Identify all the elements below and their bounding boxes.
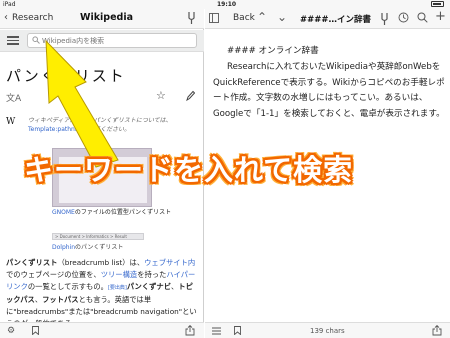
image-caption: GNOMEのファイルの位置型パンくずリスト (52, 209, 172, 216)
tuning-fork-icon[interactable] (187, 11, 196, 25)
battery-icon (431, 1, 444, 7)
carrier-label: iPad (3, 1, 16, 8)
language-icon[interactable]: 文A (6, 91, 21, 104)
chevron-up-icon[interactable]: ⌃ (257, 10, 267, 24)
document-paragraph: Researchに入れておいたWikipediaや英辞郎onWebをQuickR… (213, 61, 445, 120)
page-title: Wikipedia (80, 12, 134, 23)
tuning-fork-icon[interactable] (380, 12, 389, 26)
share-icon[interactable] (432, 325, 442, 336)
wikipedia-logo-icon: W (6, 117, 16, 127)
char-count: 139 chars (310, 327, 345, 335)
document-title: ####…イン辞書 (300, 15, 371, 25)
pencil-icon[interactable] (185, 90, 195, 102)
add-icon[interactable]: + (435, 9, 446, 24)
article-actions: 文A ☆ (0, 89, 204, 105)
chevron-left-icon[interactable]: ‹ (4, 12, 8, 23)
wikipedia-toolbar: ⚙ (0, 322, 204, 338)
wikipedia-search-input[interactable] (42, 35, 192, 46)
search-box[interactable] (27, 33, 197, 48)
back-button[interactable]: Back (233, 13, 255, 23)
history-icon[interactable] (398, 12, 409, 23)
search-icon (32, 36, 40, 44)
menu-icon[interactable] (7, 36, 19, 45)
research-back-button[interactable]: Research (12, 13, 53, 23)
hatnote-text: ウィキペディアにおけるパンくずリストについては、 Template:pathna… (28, 117, 172, 133)
instruction-banner: キーワードを入れて検索 (24, 153, 354, 187)
star-icon[interactable]: ☆ (156, 89, 166, 102)
status-bar: iPad 19:10 (0, 0, 450, 9)
gear-icon[interactable]: ⚙ (7, 326, 15, 336)
clock: 19:10 (217, 1, 237, 8)
share-icon[interactable] (185, 325, 195, 336)
document-body[interactable]: #### オンライン辞書 Researchに入れておいたWikipediaや英辞… (213, 44, 445, 123)
article-body: パンくずリスト（breadcrumb list）は、ウェブサイト内でのウェブペー… (6, 258, 197, 328)
search-icon[interactable] (417, 12, 428, 23)
wikipedia-nav-bar: ‹ Research Wikipedia (0, 9, 204, 29)
bookmark-icon[interactable] (234, 326, 241, 335)
sidebar-toggle-icon[interactable] (209, 13, 219, 23)
editor-nav-bar: Back ⌃ ⌄ ####…イン辞書 + (205, 9, 450, 29)
list-icon[interactable] (212, 327, 221, 335)
dolphin-breadcrumb-image: > Document > Informatics > Result (52, 233, 144, 240)
document-heading: #### オンライン辞書 (227, 46, 319, 56)
bookmark-icon[interactable] (32, 326, 39, 335)
chevron-down-icon[interactable]: ⌄ (277, 10, 287, 24)
editor-toolbar: 139 chars (205, 322, 450, 338)
article-title: パンくずリスト (6, 67, 126, 85)
pathnav-link[interactable]: Template:pathnav (28, 126, 82, 133)
image-caption: Dolphinのパンくずリスト (52, 244, 124, 251)
search-row (0, 30, 204, 52)
